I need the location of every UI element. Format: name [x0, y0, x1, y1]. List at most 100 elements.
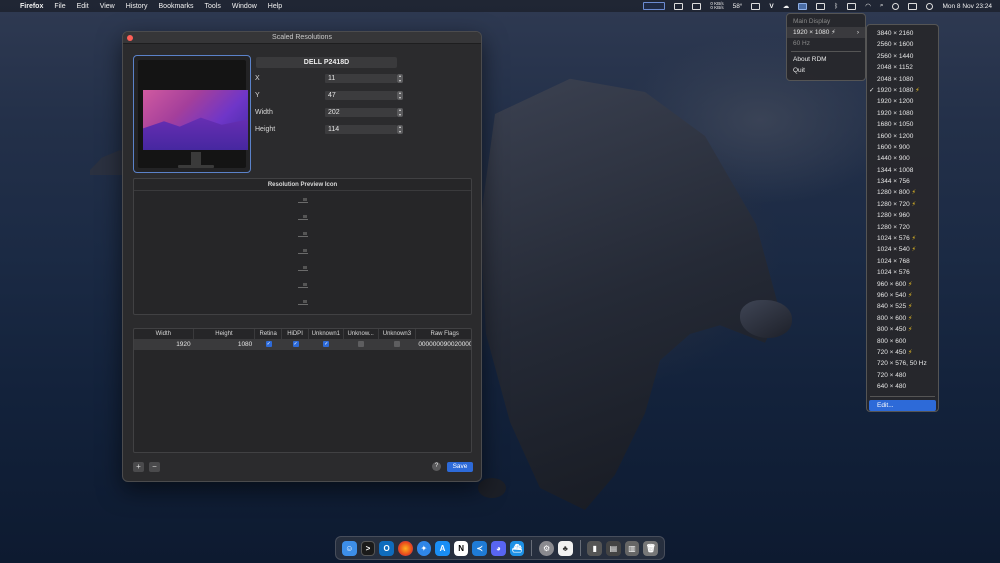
- mail-icon[interactable]: [751, 2, 761, 10]
- resolution-item[interactable]: 840 × 525 ⚡: [867, 301, 938, 312]
- resolution-item[interactable]: 1344 × 1008: [867, 165, 938, 176]
- retina-checkbox[interactable]: ✓: [265, 341, 272, 348]
- search-icon[interactable]: ⌕: [880, 2, 884, 10]
- col-height[interactable]: Height: [194, 329, 256, 339]
- preview-icon-2[interactable]: [298, 214, 308, 220]
- docker-icon[interactable]: ⛴: [509, 540, 525, 556]
- notion-icon[interactable]: N: [453, 540, 469, 556]
- system-preferences-icon[interactable]: ⚙: [539, 540, 554, 556]
- display-preview[interactable]: [133, 55, 251, 173]
- downloads-icon[interactable]: ▮: [587, 540, 603, 556]
- resolution-item[interactable]: 1024 × 576 ⚡: [867, 233, 938, 244]
- control-center-icon[interactable]: [908, 2, 918, 10]
- quit-item[interactable]: Quit: [787, 65, 865, 76]
- resolution-item[interactable]: 800 × 600: [867, 336, 938, 347]
- preview-icon-4[interactable]: [298, 248, 308, 254]
- resolution-item[interactable]: 2048 × 1152: [867, 62, 938, 73]
- resolution-item[interactable]: 1600 × 900: [867, 142, 938, 153]
- finder-icon[interactable]: ☺: [342, 540, 357, 556]
- table-row[interactable]: 1920 1080 ✓ ✓ ✓ 0000000900200000: [134, 340, 471, 350]
- menu-history[interactable]: History: [126, 3, 148, 10]
- x-stepper[interactable]: ▴ ▾: [397, 73, 403, 83]
- battery-icon[interactable]: [847, 2, 857, 10]
- unknown3-checkbox[interactable]: [394, 341, 401, 348]
- resolution-item[interactable]: 1280 × 720 ⚡: [867, 199, 938, 210]
- documents-icon[interactable]: ▤: [606, 540, 621, 556]
- resolution-item[interactable]: 1920 × 1080: [867, 108, 938, 119]
- resolution-item[interactable]: 720 × 480: [867, 370, 938, 381]
- disk-icon[interactable]: [692, 2, 702, 10]
- width-input[interactable]: 202: [325, 108, 397, 117]
- remove-button[interactable]: −: [149, 462, 160, 472]
- cloud-icon[interactable]: ☁: [783, 2, 790, 10]
- resolution-item[interactable]: 2560 × 1600: [867, 39, 938, 50]
- outlook-icon[interactable]: O: [379, 540, 394, 556]
- menu-window[interactable]: Window: [232, 3, 257, 10]
- cell-height[interactable]: 1080: [194, 340, 256, 350]
- user-icon[interactable]: [892, 2, 900, 10]
- resolution-item[interactable]: 960 × 540 ⚡: [867, 290, 938, 301]
- about-item[interactable]: About RDM: [787, 54, 865, 65]
- temperature-readout[interactable]: 58°: [733, 3, 743, 10]
- resolution-item[interactable]: 640 × 480: [867, 381, 938, 392]
- hidpi-checkbox[interactable]: ✓: [292, 341, 299, 348]
- unknown1-checkbox[interactable]: ✓: [323, 341, 330, 348]
- app-name-menu[interactable]: Firefox: [20, 3, 43, 10]
- add-button[interactable]: +: [133, 462, 144, 472]
- col-unknown1[interactable]: Unknown1: [309, 329, 344, 339]
- app-store-icon[interactable]: A: [435, 540, 450, 556]
- recent-icon[interactable]: ▥: [624, 540, 640, 556]
- height-input[interactable]: 114: [325, 125, 397, 134]
- memory-icon[interactable]: [674, 2, 684, 10]
- resolution-item[interactable]: 1024 × 540 ⚡: [867, 244, 938, 255]
- preview-icon-7[interactable]: [298, 299, 308, 305]
- activity-icon[interactable]: ♣: [557, 540, 573, 556]
- menu-view[interactable]: View: [100, 3, 115, 10]
- resolution-item[interactable]: 720 × 576, 50 Hz: [867, 358, 938, 369]
- resolution-item[interactable]: 720 × 450 ⚡: [867, 347, 938, 358]
- cell-width[interactable]: 1920: [134, 340, 194, 350]
- bluetooth-icon[interactable]: ᛒ: [834, 3, 838, 10]
- discord-icon[interactable]: ◕: [491, 540, 506, 556]
- trash-icon[interactable]: 🗑: [643, 540, 658, 556]
- resolution-item[interactable]: 1344 × 756: [867, 176, 938, 187]
- menu-bookmarks[interactable]: Bookmarks: [159, 3, 194, 10]
- resolution-item[interactable]: 1280 × 720: [867, 222, 938, 233]
- menu-help[interactable]: Help: [268, 3, 282, 10]
- width-stepper[interactable]: ▴ ▾: [397, 107, 403, 117]
- preview-icon-5[interactable]: [298, 265, 308, 271]
- resolution-item[interactable]: 1280 × 960: [867, 210, 938, 221]
- resolution-item[interactable]: 1280 × 800 ⚡: [867, 187, 938, 198]
- resolution-item[interactable]: 1920 × 1200: [867, 96, 938, 107]
- menu-file[interactable]: File: [54, 3, 65, 10]
- safari-icon[interactable]: ✦: [416, 540, 432, 556]
- resolution-item[interactable]: 2560 × 1440: [867, 51, 938, 62]
- col-hidpi[interactable]: HiDPI: [282, 329, 309, 339]
- wifi-icon[interactable]: ◠: [865, 2, 871, 10]
- col-width[interactable]: Width: [134, 329, 194, 339]
- height-stepper[interactable]: ▴ ▾: [397, 124, 403, 134]
- y-stepper[interactable]: ▴ ▾: [397, 90, 403, 100]
- resolution-item[interactable]: 1600 × 1200: [867, 131, 938, 142]
- display-menu-icon[interactable]: [798, 2, 808, 10]
- preview-icon-3[interactable]: [298, 231, 308, 237]
- save-button[interactable]: Save: [447, 462, 473, 472]
- cpu-graph-icon[interactable]: [643, 2, 666, 10]
- resolution-item[interactable]: 1440 × 900: [867, 153, 938, 164]
- resolution-item[interactable]: 3840 × 2160: [867, 28, 938, 39]
- resolution-item[interactable]: 800 × 450 ⚡: [867, 324, 938, 335]
- vscode-icon[interactable]: ≺: [472, 540, 488, 556]
- menu-edit[interactable]: Edit: [77, 3, 89, 10]
- menu-tools[interactable]: Tools: [205, 3, 221, 10]
- window-titlebar[interactable]: Scaled Resolutions: [123, 32, 481, 44]
- unknown2-checkbox[interactable]: [358, 341, 365, 348]
- col-unknown3[interactable]: Unknown3: [379, 329, 417, 339]
- resolution-item[interactable]: 1024 × 768: [867, 256, 938, 267]
- resolution-item[interactable]: ✓ 1920 × 1080 ⚡: [867, 85, 938, 96]
- col-raw-flags[interactable]: Raw Flags: [416, 329, 471, 339]
- col-retina[interactable]: Retina: [255, 329, 283, 339]
- y-input[interactable]: 47: [325, 91, 397, 100]
- screen-icon[interactable]: [816, 2, 826, 10]
- current-resolution-item[interactable]: 1920 × 1080 ⚡ ›: [787, 27, 865, 38]
- resolution-item[interactable]: 960 × 600 ⚡: [867, 279, 938, 290]
